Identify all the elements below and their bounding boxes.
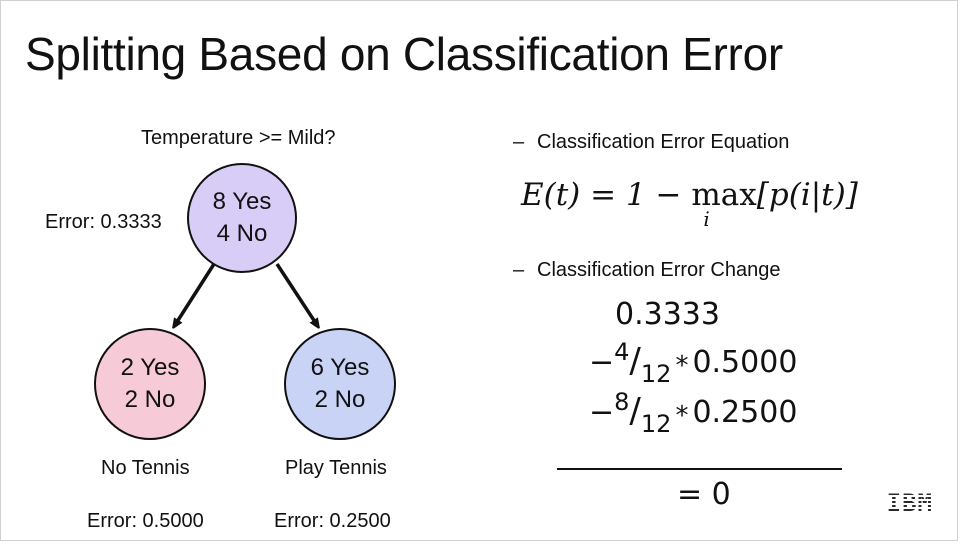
term2-sign: −	[589, 395, 615, 430]
term1-value: 0.5000	[692, 345, 798, 380]
bullet-dash: –	[513, 131, 525, 153]
change-term-1: −4/12 * 0.5000	[589, 338, 798, 388]
heading-equation: – Classification Error Equation	[513, 131, 789, 154]
right-node-no: 2 No	[314, 386, 366, 413]
split-question: Temperature >= Mild?	[141, 127, 336, 149]
term2-num: 8	[614, 388, 630, 416]
root-error: Error: 0.3333	[45, 211, 162, 233]
left-node-no: 2 No	[124, 386, 176, 413]
heading-change-text: Classification Error Change	[537, 259, 781, 281]
right-node-label: Play Tennis	[285, 457, 387, 479]
term1-num: 4	[614, 338, 630, 366]
term2-value: 0.2500	[692, 395, 798, 430]
root-node-yes: 8 Yes	[212, 188, 272, 215]
sum-rule	[557, 468, 842, 470]
term1-den: 12	[640, 360, 672, 388]
edge-left-arrow	[175, 263, 216, 325]
right-node-yes: 6 Yes	[310, 354, 370, 381]
left-error: Error: 0.5000	[87, 510, 204, 532]
equation-max-sub: i	[703, 207, 710, 231]
term1-fraction: 4/12	[614, 338, 672, 388]
root-node-no: 4 No	[216, 220, 268, 247]
edge-right-arrow	[275, 263, 317, 325]
right-node: 6 Yes 2 No	[284, 328, 396, 440]
left-node: 2 Yes 2 No	[94, 328, 206, 440]
change-result: = 0	[677, 477, 731, 512]
error-equation: E(t) = 1 − max i [p(i|t)]	[521, 177, 858, 231]
term2-times: *	[675, 401, 689, 431]
root-node: 8 Yes 4 No	[187, 163, 297, 273]
change-term-2: −8/12 * 0.2500	[589, 388, 798, 438]
bullet-dash: –	[513, 259, 525, 281]
heading-change: – Classification Error Change	[513, 259, 780, 282]
slide: Splitting Based on Classification Error …	[0, 0, 958, 541]
term2-fraction: 8/12	[614, 388, 672, 438]
ibm-logo: IBM	[886, 489, 933, 517]
equation-rhs: [p(i|t)]	[756, 177, 858, 213]
equation-max: max i	[691, 177, 757, 231]
term2-den: 12	[640, 410, 672, 438]
term1-sign: −	[589, 345, 615, 380]
left-node-label: No Tennis	[101, 457, 190, 479]
change-base: 0.3333	[615, 297, 720, 332]
heading-equation-text: Classification Error Equation	[537, 131, 790, 153]
term1-times: *	[675, 351, 689, 381]
right-error: Error: 0.2500	[274, 510, 391, 532]
slide-title: Splitting Based on Classification Error	[25, 28, 783, 80]
equation-lhs: E(t) = 1 −	[521, 177, 692, 213]
left-node-yes: 2 Yes	[120, 354, 180, 381]
equation-max-op: max	[691, 177, 757, 213]
